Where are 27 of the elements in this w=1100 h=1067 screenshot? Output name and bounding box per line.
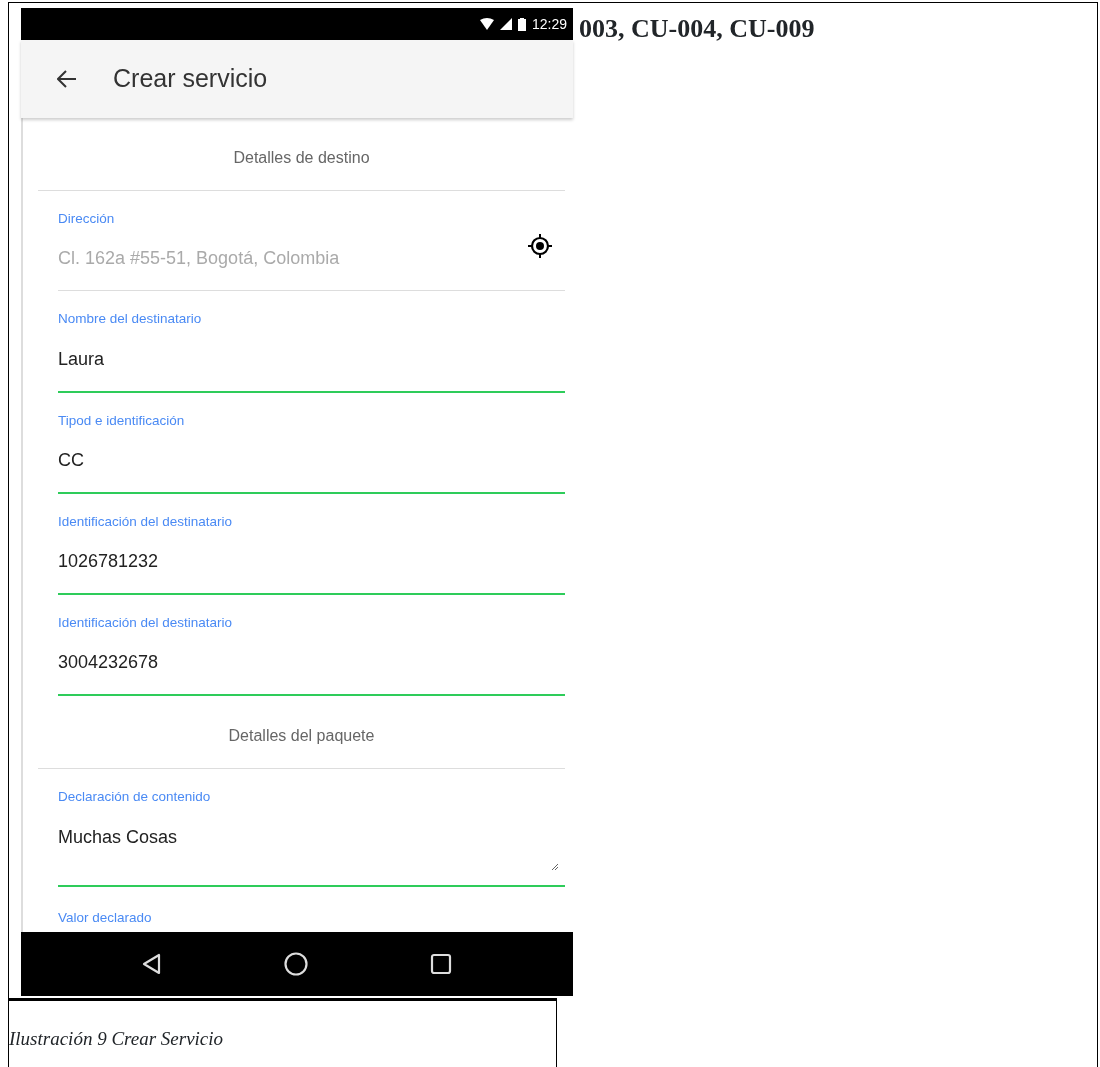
status-time: 12:29: [531, 14, 567, 34]
section-header: Detalles del paquete: [38, 696, 565, 770]
field-label: Tipod e identificación: [58, 411, 186, 430]
input-field[interactable]: 1026781232: [58, 532, 565, 595]
field-label: Valor declarado: [58, 909, 152, 925]
recents-nav-icon[interactable]: [430, 953, 452, 975]
input-field[interactable]: 3004232678: [58, 633, 565, 697]
field-label: Declaración de contenido: [58, 788, 212, 807]
back-nav-icon[interactable]: [142, 953, 162, 975]
locate-icon[interactable]: [527, 232, 553, 259]
input-field[interactable]: CC: [58, 430, 565, 494]
wifi-icon: [479, 18, 494, 30]
back-arrow-icon[interactable]: [57, 70, 77, 88]
resize-handle-icon[interactable]: [551, 862, 559, 871]
section-header: Detalles de destino: [38, 118, 565, 191]
home-nav-icon[interactable]: [284, 952, 308, 976]
signal-icon: [499, 18, 512, 30]
field-label: Identificación del destinatario: [58, 614, 234, 632]
screen-title: Crear servicio: [113, 63, 268, 95]
input-field[interactable]: Laura: [58, 329, 565, 393]
field-label: Identificación del destinatario: [58, 512, 234, 531]
field-label: Nombre del destinatario: [58, 310, 203, 329]
battery-icon: [517, 17, 526, 31]
use-case-heading: 003, CU-004, CU-009: [579, 13, 815, 43]
field-label: Dirección: [58, 210, 116, 228]
figure-caption: Ilustración 9 Crear Servicio: [9, 1028, 224, 1049]
text-area[interactable]: Muchas Cosas: [58, 807, 565, 887]
